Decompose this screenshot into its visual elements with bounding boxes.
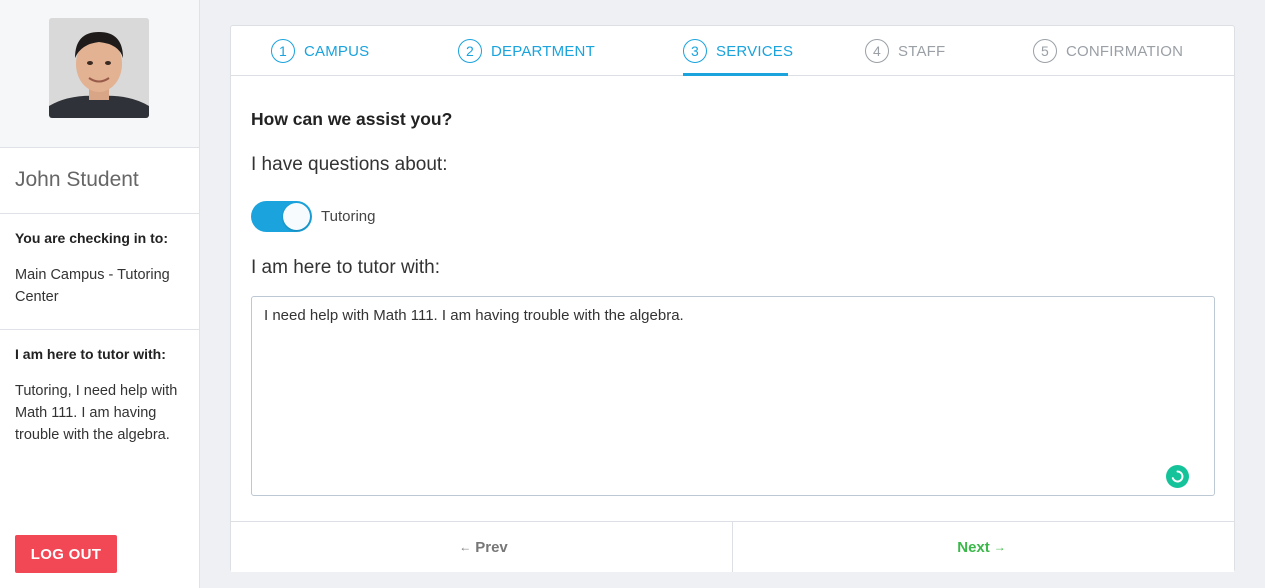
tutor-heading: I am here to tutor with: bbox=[15, 346, 166, 362]
tutor-label: I am here to tutor with: bbox=[251, 257, 441, 278]
step-label: DEPARTMENT bbox=[491, 42, 595, 60]
step-campus[interactable]: 1 CAMPUS bbox=[271, 39, 369, 63]
step-number: 1 bbox=[271, 39, 295, 63]
arrow-left-icon: ← bbox=[459, 540, 472, 554]
tutor-summary: Tutoring, I need help with Math 111. I a… bbox=[15, 383, 178, 443]
next-button[interactable]: Next → bbox=[733, 522, 1234, 572]
services-form: How can we assist you? I have questions … bbox=[231, 76, 1234, 521]
step-label: CAMPUS bbox=[304, 42, 370, 60]
checking-in-heading: You are checking in to: bbox=[15, 230, 168, 246]
avatar-section bbox=[0, 0, 199, 148]
tutor-textarea[interactable]: I need help with Math 111. I am having t… bbox=[251, 296, 1215, 496]
step-number: 5 bbox=[1033, 39, 1057, 63]
grammar-check-icon[interactable] bbox=[1166, 465, 1189, 488]
avatar-photo bbox=[49, 18, 149, 118]
tutoring-toggle-label: Tutoring bbox=[321, 208, 376, 225]
tutor-section: I am here to tutor with: Tutoring, I nee… bbox=[0, 330, 199, 500]
step-department[interactable]: 2 DEPARTMENT bbox=[458, 39, 595, 63]
form-title: How can we assist you? bbox=[251, 109, 453, 129]
toggle-knob bbox=[283, 203, 310, 230]
step-label: SERVICES bbox=[716, 42, 794, 60]
sidebar: John Student You are checking in to: Mai… bbox=[0, 0, 200, 588]
step-progress: 1 CAMPUS 2 DEPARTMENT 3 SERVICES 4 STAFF… bbox=[231, 26, 1234, 76]
step-number: 3 bbox=[683, 39, 707, 63]
prev-label: Prev bbox=[475, 538, 508, 556]
form-footer: ← Prev Next → bbox=[231, 521, 1234, 572]
prev-button[interactable]: ← Prev bbox=[231, 522, 733, 572]
tutoring-toggle-row: Tutoring bbox=[251, 201, 375, 232]
step-confirmation[interactable]: 5 CONFIRMATION bbox=[1033, 39, 1183, 63]
questions-label: I have questions about: bbox=[251, 154, 448, 175]
logout-button[interactable]: LOG OUT bbox=[15, 535, 117, 573]
checking-in-value: Main Campus - Tutoring Center bbox=[15, 267, 170, 305]
tutoring-toggle[interactable] bbox=[251, 201, 312, 232]
avatar bbox=[49, 18, 149, 118]
step-services[interactable]: 3 SERVICES bbox=[683, 39, 793, 63]
student-name: John Student bbox=[0, 148, 199, 214]
step-label: CONFIRMATION bbox=[1066, 42, 1184, 60]
step-label: STAFF bbox=[898, 42, 946, 60]
arrow-right-icon: → bbox=[993, 540, 1006, 554]
checkin-card: 1 CAMPUS 2 DEPARTMENT 3 SERVICES 4 STAFF… bbox=[230, 25, 1235, 572]
next-label: Next bbox=[957, 538, 990, 556]
step-number: 4 bbox=[865, 39, 889, 63]
checking-in-section: You are checking in to: Main Campus - Tu… bbox=[0, 214, 199, 330]
step-staff[interactable]: 4 STAFF bbox=[865, 39, 945, 63]
step-number: 2 bbox=[458, 39, 482, 63]
